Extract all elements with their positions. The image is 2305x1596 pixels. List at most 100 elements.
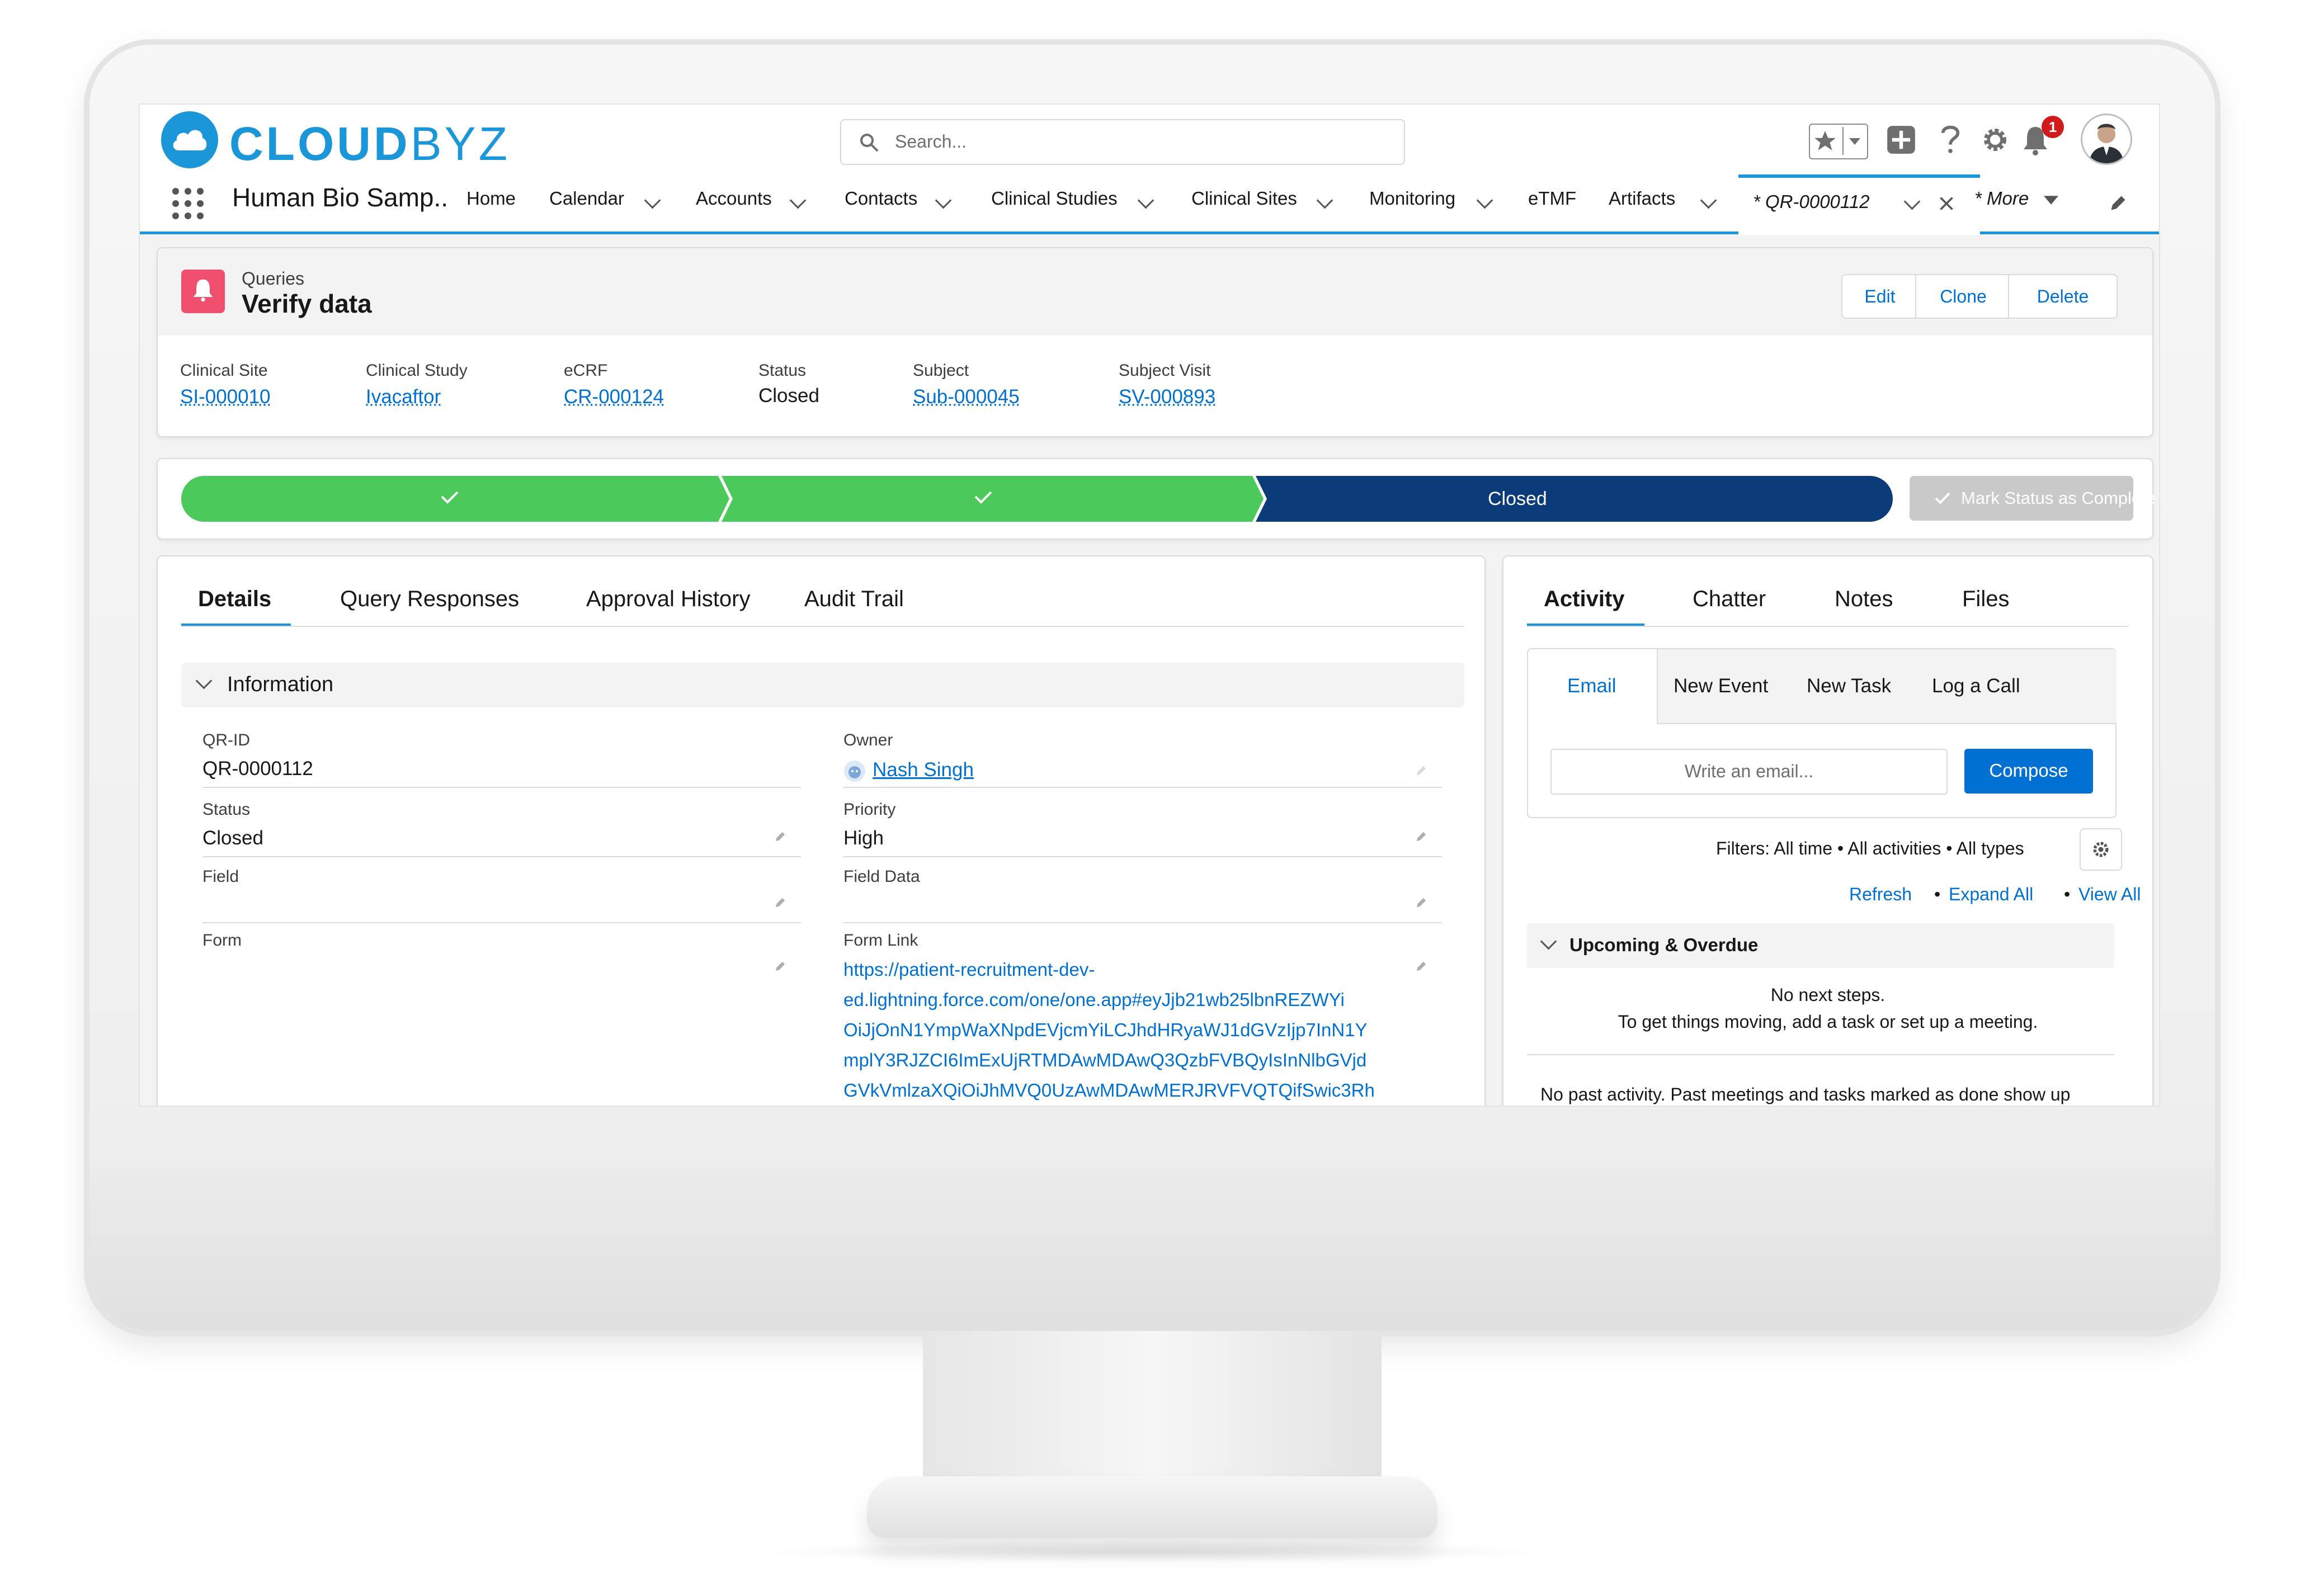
record-header-card: Queries Verify data Edit Clone Delete Cl…: [157, 247, 2153, 437]
form-link-url[interactable]: https://patient-recruitment-dev- ed.ligh…: [843, 955, 1375, 1106]
change-owner-icon[interactable]: [1415, 764, 1427, 777]
tab-query-responses[interactable]: Query Responses: [340, 587, 519, 612]
app-launcher-icon[interactable]: [172, 188, 204, 219]
chevron-down-icon[interactable]: [1316, 192, 1333, 209]
edit-pencil-icon[interactable]: [1415, 960, 1427, 972]
expand-all-link[interactable]: Expand All: [1949, 884, 2033, 905]
edit-pencil-icon[interactable]: [1415, 830, 1427, 843]
app-navigation-bar: Human Bio Samp.. Home Calendar Accounts …: [140, 174, 2159, 235]
help-icon[interactable]: [1940, 122, 1961, 156]
nav-item-monitoring[interactable]: Monitoring: [1369, 188, 1455, 209]
nav-item-home[interactable]: Home: [466, 188, 516, 209]
global-header: CLOUDBYZ Search... 1: [140, 105, 2159, 174]
delete-button[interactable]: Delete: [2008, 274, 2118, 319]
favorites-star-icon: [1814, 131, 1836, 150]
compose-button-label: Compose: [1989, 760, 2068, 781]
tab-details[interactable]: Details: [198, 587, 271, 612]
nav-item-artifacts[interactable]: Artifacts: [1609, 188, 1675, 209]
nav-item-contacts[interactable]: Contacts: [845, 188, 917, 209]
ecrf-link[interactable]: CR-000124: [564, 386, 664, 408]
subject-link[interactable]: Sub-000045: [913, 386, 1020, 408]
field-divider: [843, 856, 1442, 857]
path-current-label[interactable]: Closed: [1488, 488, 1547, 510]
nav-item-clinical-sites[interactable]: Clinical Sites: [1191, 188, 1297, 209]
search-placeholder: Search...: [895, 131, 967, 152]
brand-logo-text: CLOUDBYZ: [229, 117, 511, 170]
tabs-divider: [181, 626, 1464, 627]
nav-more[interactable]: * More: [1974, 188, 2029, 209]
subject-visit-link[interactable]: SV-000893: [1119, 386, 1215, 408]
field-divider: [202, 922, 801, 923]
edit-button[interactable]: Edit: [1841, 274, 1919, 319]
highlight-label-ecrf: eCRF: [564, 361, 608, 380]
edit-pencil-icon[interactable]: [1415, 896, 1427, 909]
setup-gear-icon[interactable]: [1980, 125, 2010, 155]
notification-count-badge: 1: [2042, 116, 2064, 138]
app-screen: CLOUDBYZ Search... 1 Human Bio Samp.. Ho…: [139, 103, 2160, 1107]
edit-pencil-icon[interactable]: [774, 830, 786, 843]
clone-button[interactable]: Clone: [1915, 274, 2011, 319]
subtab-email[interactable]: Email: [1567, 675, 1616, 697]
subtab-new-task[interactable]: New Task: [1807, 675, 1891, 697]
filters-settings-button[interactable]: [2080, 828, 2122, 871]
chevron-down-icon[interactable]: [1700, 192, 1717, 209]
field-value-qr-id: QR-0000112: [202, 758, 313, 780]
user-avatar[interactable]: [2081, 114, 2132, 165]
edit-nav-pencil-icon[interactable]: [2109, 193, 2128, 213]
tab-approval-history[interactable]: Approval History: [586, 587, 750, 612]
monitor-chin: [89, 1160, 2215, 1331]
highlight-label-clinical-site: Clinical Site: [180, 361, 268, 380]
field-label-owner: Owner: [843, 731, 893, 749]
tab-files[interactable]: Files: [1962, 587, 2009, 612]
refresh-link[interactable]: Refresh: [1849, 884, 1912, 905]
monitor-stand-shadow: [755, 1541, 1549, 1563]
view-all-link[interactable]: View All: [2078, 884, 2141, 905]
tab-chatter[interactable]: Chatter: [1693, 587, 1766, 612]
tab-audit-trail[interactable]: Audit Trail: [804, 587, 904, 612]
chevron-down-icon[interactable]: [789, 192, 807, 209]
chevron-down-icon[interactable]: [1137, 192, 1154, 209]
subtab-new-event[interactable]: New Event: [1674, 675, 1768, 697]
bell-icon: [193, 279, 213, 302]
favorites-button[interactable]: [1809, 124, 1868, 159]
status-path: [181, 476, 1893, 522]
section-title: Information: [227, 673, 334, 696]
clinical-site-link[interactable]: SI-000010: [180, 386, 271, 408]
activity-divider: [1527, 1054, 2114, 1055]
nav-item-calendar[interactable]: Calendar: [549, 188, 624, 209]
record-actions: Edit Clone Delete: [1841, 274, 2118, 319]
upcoming-overdue-header[interactable]: Upcoming & Overdue: [1527, 923, 2114, 968]
upcoming-overdue-title: Upcoming & Overdue: [1569, 934, 1759, 955]
path-stage-1: [181, 476, 729, 522]
clinical-study-link[interactable]: Ivacaftor: [366, 386, 441, 408]
close-icon[interactable]: [1939, 196, 1954, 211]
section-information-header[interactable]: Information: [181, 663, 1464, 707]
record-object-label: Queries: [242, 268, 305, 289]
chevron-down-icon[interactable]: [935, 192, 952, 209]
mark-status-complete-button[interactable]: Mark Status as Complete: [1910, 476, 2156, 521]
email-input[interactable]: Write an email...: [1550, 749, 1948, 795]
compose-button[interactable]: Compose: [1964, 749, 2093, 794]
chevron-down-icon[interactable]: [1476, 192, 1493, 209]
field-label-form-link: Form Link: [843, 931, 918, 950]
highlight-label-clinical-study: Clinical Study: [366, 361, 468, 380]
tab-notes[interactable]: Notes: [1835, 587, 1893, 612]
edit-pencil-icon[interactable]: [774, 896, 786, 909]
details-card: Details Query Responses Approval History…: [157, 555, 1486, 1106]
nav-item-etmf[interactable]: eTMF: [1528, 188, 1576, 209]
field-value-priority: High: [843, 827, 884, 849]
owner-link[interactable]: Nash Singh: [873, 759, 974, 781]
tab-activity[interactable]: Activity: [1544, 587, 1625, 612]
activity-filters[interactable]: Filters: All time • All activities • All…: [1716, 838, 2024, 859]
edit-pencil-icon[interactable]: [774, 960, 786, 972]
more-dropdown-icon[interactable]: [2044, 196, 2058, 205]
subtab-log-a-call[interactable]: Log a Call: [1932, 675, 2020, 697]
add-icon[interactable]: [1886, 125, 1916, 155]
chevron-down-icon[interactable]: [644, 192, 661, 209]
global-search-input[interactable]: Search...: [840, 119, 1405, 165]
nav-item-accounts[interactable]: Accounts: [696, 188, 772, 209]
path-stage-current: [1256, 476, 1893, 522]
nav-tab-record[interactable]: * QR-0000112: [1738, 174, 1980, 235]
chevron-down-icon[interactable]: [1903, 193, 1921, 210]
nav-item-clinical-studies[interactable]: Clinical Studies: [991, 188, 1118, 209]
